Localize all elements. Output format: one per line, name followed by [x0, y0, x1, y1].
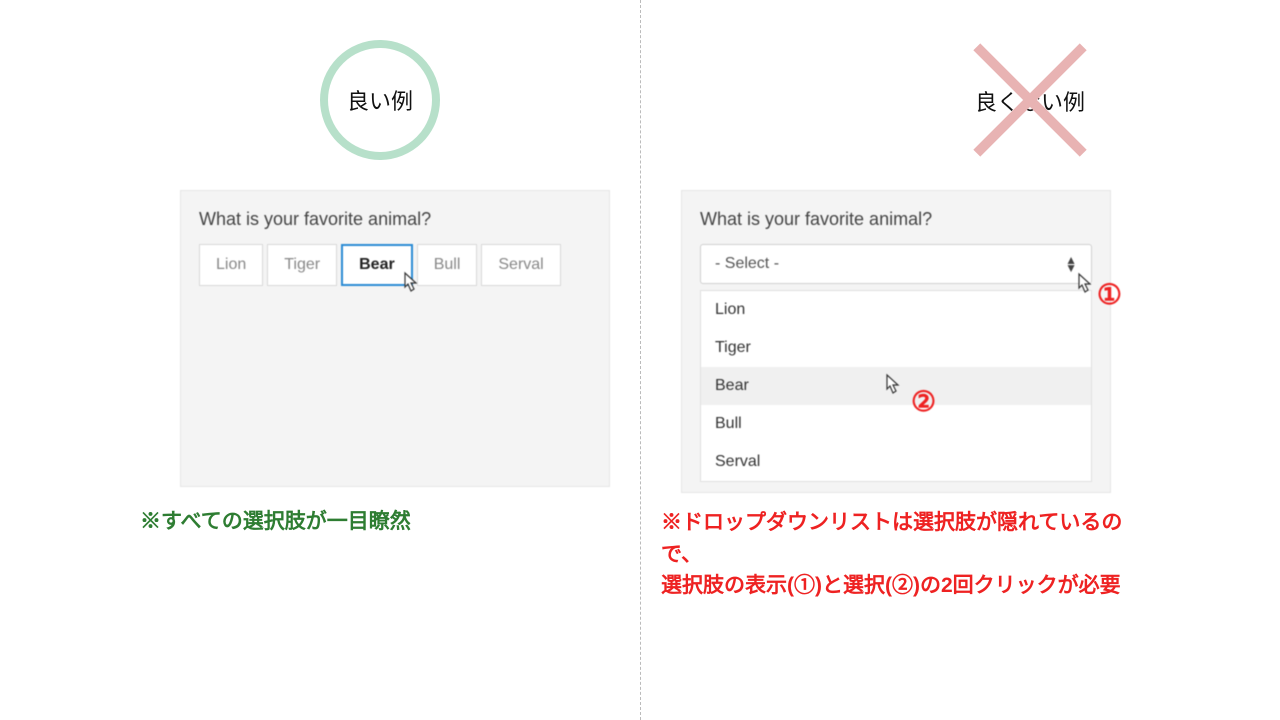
good-label: 良い例	[347, 84, 413, 116]
good-example-panel: 良い例 What is your favorite animal? Lion T…	[0, 0, 640, 720]
option-lion[interactable]: Lion	[199, 244, 263, 286]
cursor-icon	[881, 373, 901, 400]
cursor-icon	[399, 271, 419, 298]
bad-header: 良くない例	[681, 30, 1210, 170]
good-caption: ※すべての選択肢が一目瞭然	[140, 505, 580, 535]
dropdown-select[interactable]: - Select - ▲▼	[700, 244, 1092, 284]
marker-1: ①	[1097, 278, 1122, 311]
dropdown-option-bear-label: Bear	[715, 377, 749, 394]
dropdown-option-tiger[interactable]: Tiger	[701, 329, 1091, 367]
option-bull[interactable]: Bull	[417, 244, 478, 286]
option-tiger[interactable]: Tiger	[267, 244, 337, 286]
question-label-good: What is your favorite animal?	[199, 209, 591, 230]
good-card: What is your favorite animal? Lion Tiger…	[180, 190, 610, 487]
x-mark-icon	[960, 30, 1100, 170]
segmented-control: Lion Tiger Bear Bull Serval	[199, 244, 591, 286]
option-serval[interactable]: Serval	[481, 244, 560, 286]
dropdown-option-lion[interactable]: Lion	[701, 291, 1091, 329]
bad-card: What is your favorite animal? - Select -…	[681, 190, 1111, 493]
dropdown-wrap: - Select - ▲▼ ①	[700, 244, 1092, 284]
dropdown-options: Lion Tiger Bear ② Bull Serval	[700, 290, 1092, 482]
option-bear[interactable]: Bear	[341, 244, 413, 286]
good-header: 良い例	[180, 30, 580, 170]
circle-mark-icon: 良い例	[320, 40, 440, 160]
dropdown-option-bear[interactable]: Bear ②	[701, 367, 1091, 405]
sort-arrows-icon: ▲▼	[1065, 256, 1077, 272]
bad-example-panel: 良くない例 What is your favorite animal? - Se…	[640, 0, 1280, 720]
option-bear-label: Bear	[359, 256, 395, 273]
bad-caption: ※ドロップダウンリストは選択肢が隠れているので、選択肢の表示(①)と選択(②)の…	[661, 507, 1131, 602]
dropdown-placeholder: - Select -	[715, 255, 779, 273]
dropdown-option-serval[interactable]: Serval	[701, 443, 1091, 481]
question-label-bad: What is your favorite animal?	[700, 209, 1092, 230]
dropdown-option-bull[interactable]: Bull	[701, 405, 1091, 443]
